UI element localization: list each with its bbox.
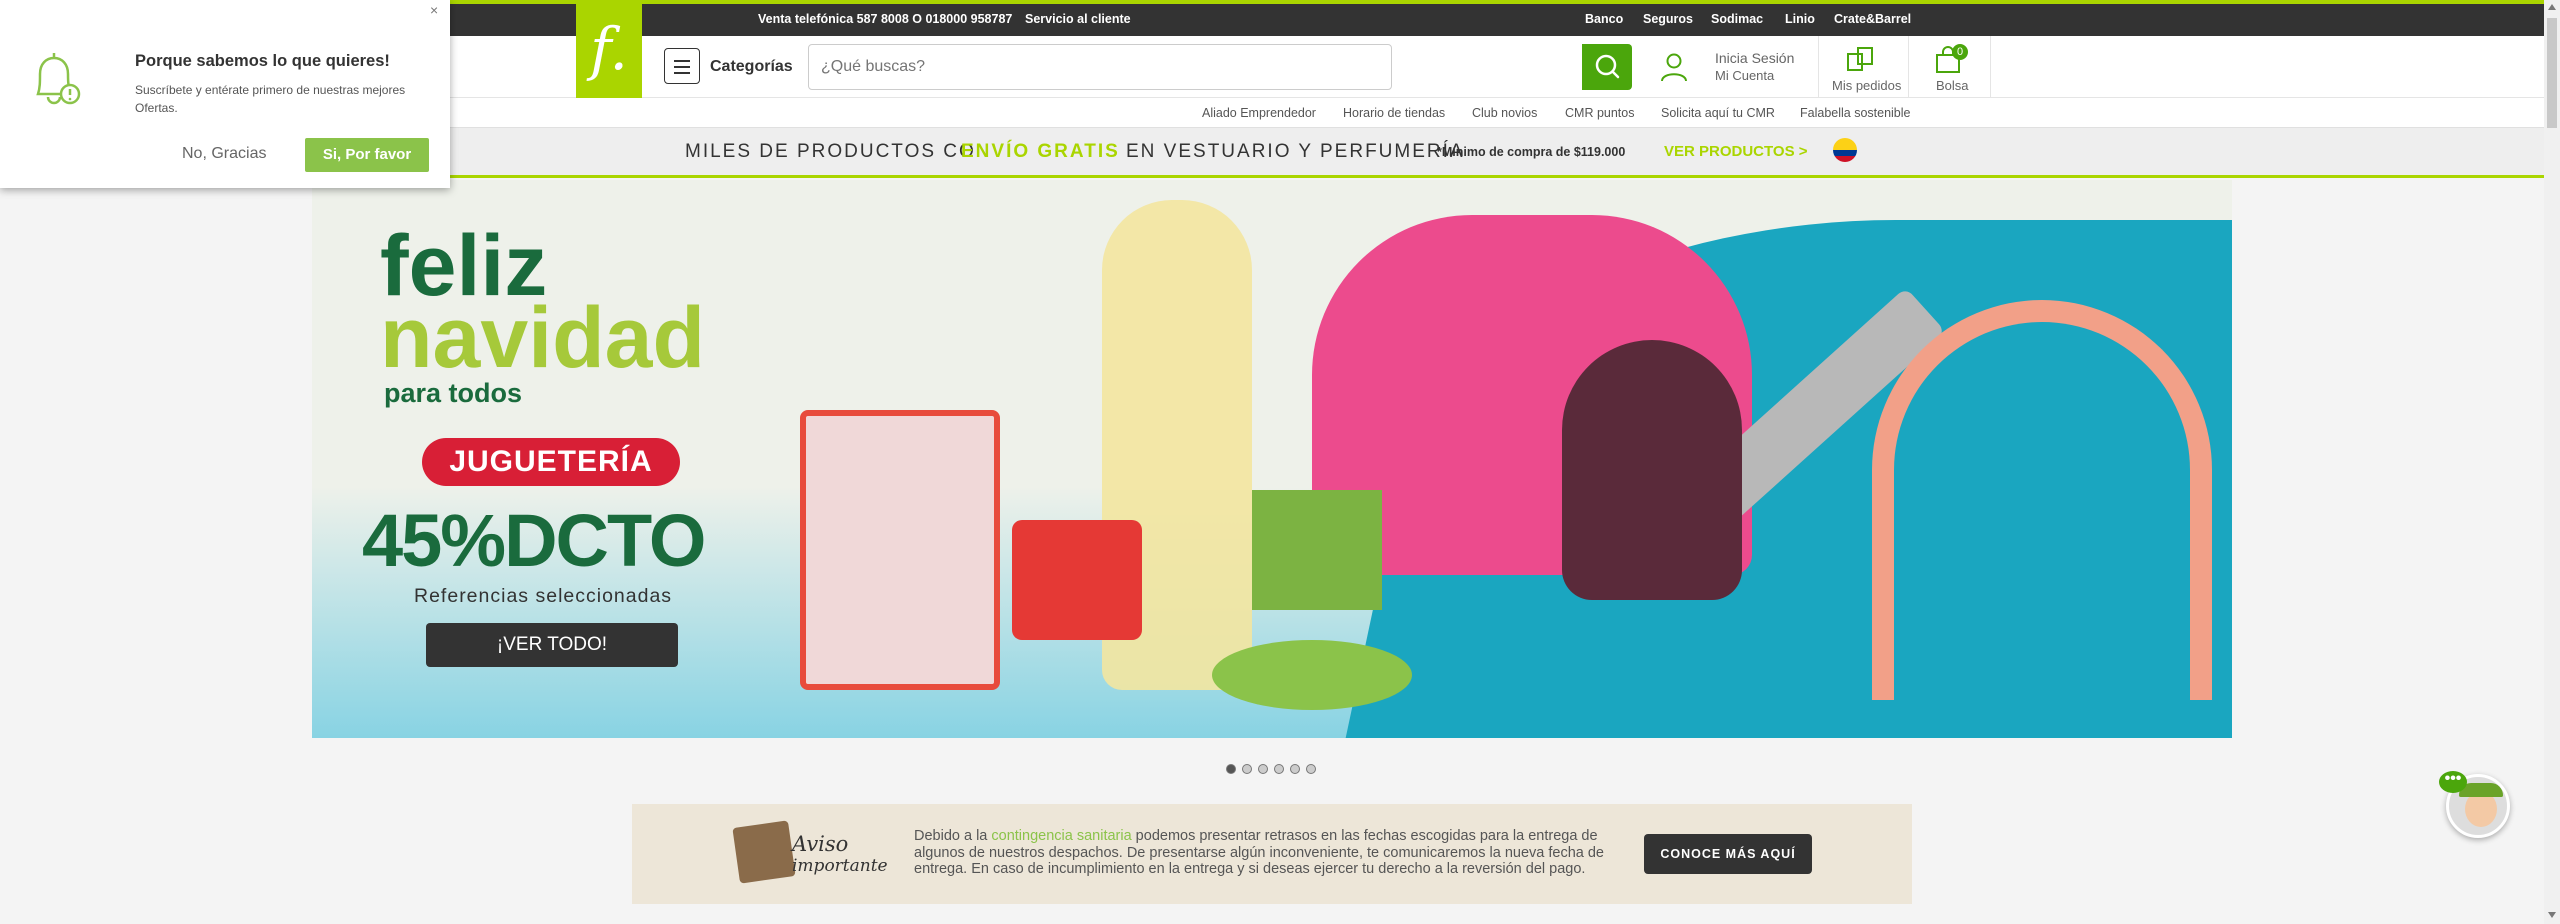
scroll-up-arrow-icon[interactable] (2548, 4, 2556, 10)
notice-highlight: contingencia sanitaria (991, 828, 1132, 844)
divider (1908, 36, 1909, 98)
categories-menu-button[interactable] (664, 48, 700, 84)
carousel-dot[interactable] (1242, 764, 1252, 774)
categories-label[interactable]: Categorías (710, 58, 793, 76)
scroll-down-arrow-icon[interactable] (2548, 912, 2556, 918)
bag-count-badge: 0 (1952, 44, 1968, 60)
user-icon[interactable] (1660, 52, 1688, 82)
divider (1990, 36, 1991, 98)
notice-body-pre: Debido a la (914, 828, 992, 844)
sublink-cmr-puntos[interactable]: CMR puntos (1565, 106, 1634, 120)
banner-view-all-button[interactable]: ¡VER TODO! (426, 623, 678, 667)
login-link[interactable]: Inicia Sesión (1715, 50, 1794, 66)
popup-title: Porque sabemos lo que quieres! (135, 52, 390, 70)
notification-popup: × Porque sabemos lo que quieres! Suscríb… (0, 0, 450, 188)
promo-min-purchase-note: *Mínimo de compra de $119.000 (1437, 145, 1626, 159)
search-input[interactable] (821, 55, 1321, 79)
banner-discount: 45%DCTO (362, 499, 706, 582)
search-box (808, 44, 1392, 90)
toy-base-image (1212, 640, 1412, 710)
view-products-link[interactable]: VER PRODUCTOS > (1664, 143, 1808, 160)
popup-decline-button[interactable]: No, Gracias (182, 145, 266, 163)
promo-text-3: EN VESTUARIO Y PERFUMERÍA (1126, 141, 1465, 162)
topbar-link-seguros[interactable]: Seguros (1643, 12, 1693, 26)
my-orders-label[interactable]: Mis pedidos (1832, 78, 1901, 93)
carousel-dot[interactable] (1306, 764, 1316, 774)
orders-icon[interactable] (1845, 46, 1875, 72)
page: Venta telefónica 587 8008 O 018000 95878… (0, 0, 2560, 924)
bag-label[interactable]: Bolsa (1936, 78, 1969, 93)
logo-text: f. (590, 15, 628, 83)
banner-category-badge: JUGUETERÍA (422, 438, 680, 486)
topbar-link-crate-barrel[interactable]: Crate&Barrel (1834, 12, 1911, 26)
scrollbar-thumb[interactable] (2547, 18, 2557, 128)
carousel-dot[interactable] (1258, 764, 1268, 774)
topbar-link-banco[interactable]: Banco (1585, 12, 1623, 26)
phone-sales-text: Venta telefónica 587 8008 O 018000 95878… (758, 12, 1013, 26)
popup-text: Suscríbete y entérate primero de nuestra… (135, 83, 406, 115)
toy-cart-image (1012, 520, 1142, 640)
promo-text-1: MILES DE PRODUCTOS CON (685, 141, 992, 162)
promo-free-shipping: ENVÍO GRATIS (961, 141, 1120, 162)
child-girl-image (1562, 340, 1742, 600)
carousel-dot[interactable] (1290, 764, 1300, 774)
search-icon (1595, 54, 1620, 79)
close-icon[interactable]: × (430, 2, 438, 18)
bell-icon (36, 53, 81, 105)
sublink-horario-tiendas[interactable]: Horario de tiendas (1343, 106, 1445, 120)
banner-subtitle: Referencias seleccionadas (414, 585, 673, 607)
my-account-link[interactable]: Mi Cuenta (1715, 68, 1774, 83)
banner-headline-navidad: navidad (380, 290, 705, 386)
notice-learn-more-button[interactable]: CONOCE MÁS AQUÍ (1644, 834, 1812, 874)
hero-banner[interactable]: feliz navidad para todos JUGUETERÍA 45%D… (312, 180, 2232, 738)
carousel-dot[interactable] (1226, 764, 1236, 774)
falabella-logo[interactable]: f. (576, 0, 642, 98)
sublink-aliado-emprendedor[interactable]: Aliado Emprendedor (1202, 106, 1316, 120)
sublink-solicita-cmr[interactable]: Solicita aquí tu CMR (1661, 106, 1775, 120)
sublink-falabella-sostenible[interactable]: Falabella sostenible (1800, 106, 1911, 120)
toy-dinosaur-image (1252, 490, 1382, 610)
chat-assistant-button[interactable]: ••• (2439, 771, 2510, 838)
topbar-link-sodimac[interactable]: Sodimac (1711, 12, 1763, 26)
notice-title-aviso: Aviso (792, 832, 849, 856)
notice-title-importante: importante (792, 856, 888, 876)
notice-body: Debido a la contingencia sanitaria podem… (914, 828, 1634, 878)
customer-service-link[interactable]: Servicio al cliente (1025, 12, 1131, 26)
toy-swing-image (1872, 300, 2212, 700)
divider (1818, 36, 1819, 98)
toy-supermarket-image (800, 410, 1000, 690)
popup-accept-button[interactable]: Si, Por favor (305, 138, 429, 172)
package-icon (732, 820, 796, 884)
sublink-club-novios[interactable]: Club novios (1472, 106, 1537, 120)
chat-bubble-icon: ••• (2439, 771, 2467, 793)
carousel-dot[interactable] (1274, 764, 1284, 774)
banner-headline-para-todos: para todos (384, 378, 523, 408)
topbar-link-linio[interactable]: Linio (1785, 12, 1815, 26)
vertical-scrollbar[interactable] (2544, 0, 2560, 924)
colombia-flag-icon[interactable] (1833, 138, 1857, 162)
search-button[interactable] (1582, 44, 1632, 90)
notice-banner: Aviso importante Debido a la contingenci… (632, 804, 1912, 904)
carousel-dots (1226, 764, 1316, 774)
